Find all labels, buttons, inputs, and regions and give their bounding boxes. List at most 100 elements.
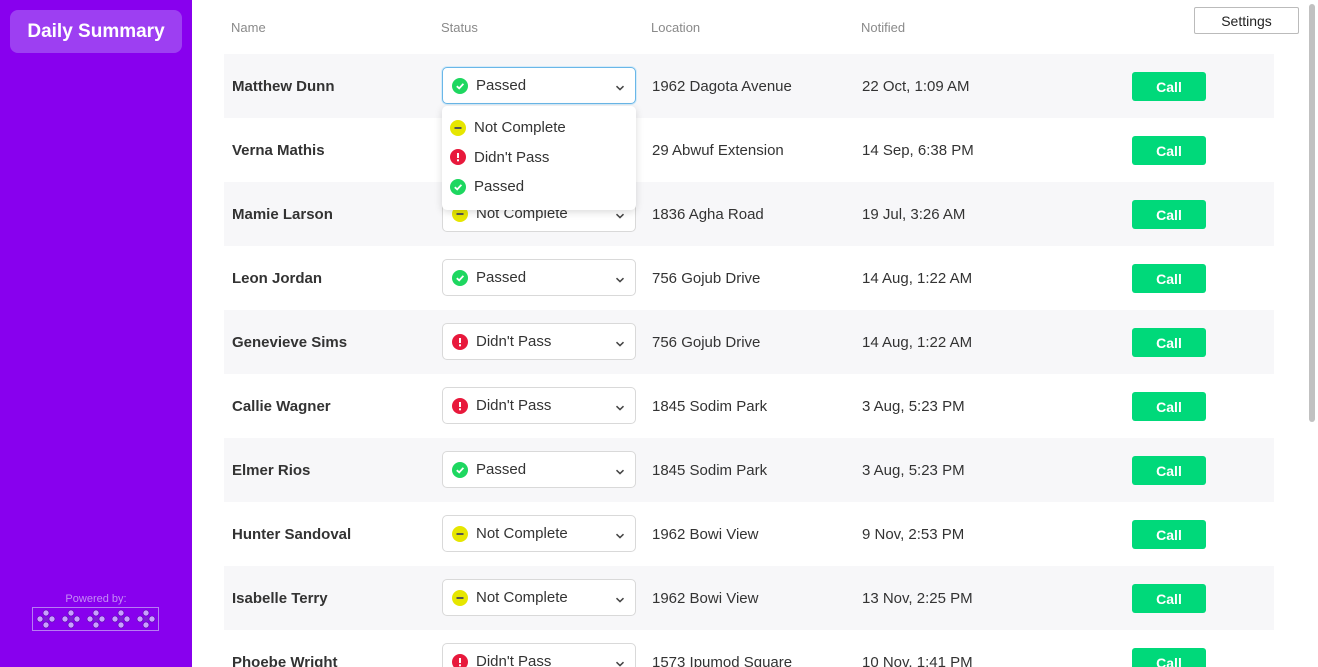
status-select[interactable]: Passed — [442, 259, 636, 296]
flower-icon — [33, 608, 58, 630]
call-button[interactable]: Call — [1132, 264, 1206, 293]
check-icon — [452, 77, 468, 94]
row-location: 1845 Sodim Park — [652, 397, 768, 415]
table-row: Matthew Dunn Passed 1962 Dagota Avenue 22 O… — [224, 54, 1274, 118]
call-button[interactable]: Call — [1132, 392, 1206, 421]
status-select[interactable]: Not Complete — [442, 579, 636, 616]
status-select[interactable]: Not Complete — [442, 515, 636, 552]
scroll-thumb[interactable] — [1309, 4, 1315, 422]
table-row: Elmer Rios Passed 1845 Sodim Park 3 Aug, 5:… — [224, 438, 1274, 502]
pending-icon — [450, 119, 466, 136]
status-value: Not Complete — [476, 525, 568, 542]
alert-icon — [450, 149, 466, 166]
status-option-passed[interactable]: Passed — [442, 172, 636, 202]
main-content: Name Status Location Notified Settings M… — [192, 0, 1318, 667]
row-location: 1573 Ipumod Square — [652, 653, 793, 667]
row-location: 1836 Agha Road — [652, 205, 764, 223]
flower-icon — [83, 608, 108, 630]
flower-icon — [58, 608, 83, 630]
powered-by-label: Powered by: — [65, 593, 127, 605]
column-header-name: Name — [231, 20, 266, 35]
check-icon — [450, 178, 466, 195]
row-notified: 3 Aug, 5:23 PM — [862, 461, 965, 479]
row-notified: 14 Aug, 1:22 AM — [862, 269, 973, 287]
table-row: Leon Jordan Passed 756 Gojub Drive 14 Aug, … — [224, 246, 1274, 310]
row-name: Hunter Sandoval — [232, 525, 352, 543]
chevron-down-icon — [615, 80, 625, 97]
alert-icon — [452, 333, 468, 350]
chevron-down-icon — [615, 336, 625, 353]
table-row: Hunter Sandoval Not Complete 1962 Bowi Vie… — [224, 502, 1274, 566]
row-name: Mamie Larson — [232, 205, 333, 223]
row-name: Callie Wagner — [232, 397, 331, 415]
status-value: Didn't Pass — [476, 397, 552, 414]
row-name: Leon Jordan — [232, 269, 323, 287]
row-name: Genevieve Sims — [232, 333, 348, 351]
row-notified: 19 Jul, 3:26 AM — [862, 205, 966, 223]
table-row: Callie Wagner Didn't Pass 1845 Sodim Park 3… — [224, 374, 1274, 438]
call-button[interactable]: Call — [1132, 328, 1206, 357]
call-button[interactable]: Call — [1132, 520, 1206, 549]
row-name: Verna Mathis — [232, 141, 325, 159]
settings-button[interactable]: Settings — [1194, 7, 1299, 34]
chevron-down-icon — [615, 464, 625, 481]
table-row: Phoebe Wright Didn't Pass 1573 Ipumod Squa… — [224, 630, 1274, 667]
row-location: 756 Gojub Drive — [652, 269, 761, 287]
chevron-down-icon — [615, 400, 625, 417]
summary-table: Matthew Dunn Passed 1962 Dagota Avenue 22 O… — [224, 54, 1274, 667]
table-row: Genevieve Sims Didn't Pass 756 Gojub Drive… — [224, 310, 1274, 374]
chevron-down-icon — [615, 208, 625, 225]
row-notified: 3 Aug, 5:23 PM — [862, 397, 965, 415]
column-header-location: Location — [651, 20, 701, 35]
row-location: 756 Gojub Drive — [652, 333, 761, 351]
pending-icon — [452, 589, 468, 606]
row-notified: 14 Aug, 1:22 AM — [862, 333, 973, 351]
daily-summary-button[interactable]: Daily Summary — [10, 10, 182, 53]
chevron-down-icon — [615, 272, 625, 289]
scrollbar[interactable] — [1308, 0, 1318, 667]
row-notified: 14 Sep, 6:38 PM — [862, 141, 974, 159]
alert-icon — [452, 397, 468, 414]
status-select[interactable]: Didn't Pass — [442, 387, 636, 424]
status-value: Didn't Pass — [476, 333, 552, 350]
status-value: Didn't Pass — [476, 653, 552, 667]
row-notified: 22 Oct, 1:09 AM — [862, 77, 970, 95]
flower-icon — [133, 608, 158, 630]
call-button[interactable]: Call — [1132, 72, 1206, 101]
row-location: 1962 Bowi View — [652, 589, 759, 607]
status-value: Passed — [476, 269, 527, 286]
row-name: Isabelle Terry — [232, 589, 328, 607]
option-label: Didn't Pass — [474, 148, 550, 166]
status-value: Passed — [476, 461, 527, 478]
status-select[interactable]: Didn't Pass — [442, 643, 636, 667]
status-option-didnt-pass[interactable]: Didn't Pass — [442, 143, 636, 173]
option-label: Passed — [474, 178, 525, 196]
column-header-status: Status — [441, 20, 478, 35]
status-select[interactable]: Didn't Pass — [442, 323, 636, 360]
status-option-not-complete[interactable]: Not Complete — [442, 113, 636, 143]
row-location: 1962 Bowi View — [652, 525, 759, 543]
check-icon — [452, 461, 468, 478]
chevron-down-icon — [615, 592, 625, 609]
status-value: Not Complete — [476, 589, 568, 606]
table-row: Isabelle Terry Not Complete 1962 Bowi View… — [224, 566, 1274, 630]
status-select[interactable]: Passed — [442, 451, 636, 488]
check-icon — [452, 269, 468, 286]
row-location: 29 Abwuf Extension — [652, 141, 784, 159]
row-notified: 13 Nov, 2:25 PM — [862, 589, 973, 607]
powered-by-logo — [32, 607, 159, 631]
status-select[interactable]: Passed — [442, 67, 636, 104]
row-location: 1845 Sodim Park — [652, 461, 768, 479]
pending-icon — [452, 525, 468, 542]
flower-icon — [108, 608, 133, 630]
row-name: Elmer Rios — [232, 461, 311, 479]
chevron-down-icon — [615, 656, 625, 667]
alert-icon — [452, 653, 468, 667]
call-button[interactable]: Call — [1132, 136, 1206, 165]
call-button[interactable]: Call — [1132, 456, 1206, 485]
option-label: Not Complete — [474, 119, 566, 137]
call-button[interactable]: Call — [1132, 200, 1206, 229]
call-button[interactable]: Call — [1132, 648, 1206, 667]
call-button[interactable]: Call — [1132, 584, 1206, 613]
chevron-down-icon — [615, 528, 625, 545]
